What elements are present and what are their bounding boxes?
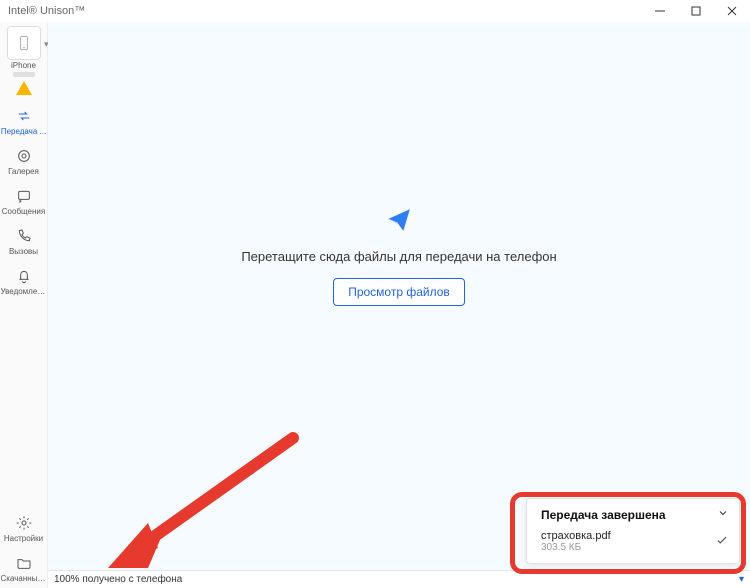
phone-call-icon bbox=[15, 227, 33, 245]
titlebar: Intel® Unison™ bbox=[0, 0, 750, 22]
toast-header: Передача завершена bbox=[541, 507, 729, 522]
messages-icon bbox=[15, 187, 33, 205]
close-button[interactable] bbox=[714, 0, 750, 22]
status-bar: 100% получено с телефона ▾ bbox=[48, 570, 750, 588]
battery-indicator bbox=[13, 72, 35, 77]
gear-icon bbox=[15, 514, 33, 532]
file-name: страховка.pdf bbox=[541, 530, 611, 542]
maximize-button[interactable] bbox=[678, 0, 714, 22]
bell-icon bbox=[15, 267, 33, 285]
browse-files-button[interactable]: Просмотр файлов bbox=[333, 278, 465, 306]
sidebar: ▾ iPhone Передача ... Галерея Сообщения … bbox=[0, 22, 48, 588]
window-controls bbox=[642, 0, 750, 22]
sidebar-item-messages[interactable]: Сообщения bbox=[0, 181, 47, 221]
sidebar-item-transfer[interactable]: Передача ... bbox=[0, 101, 47, 141]
folder-icon bbox=[15, 554, 33, 572]
sidebar-item-notifications[interactable]: Уведомлен... bbox=[0, 261, 47, 301]
app-body: ▾ iPhone Передача ... Галерея Сообщения … bbox=[0, 22, 750, 588]
minimize-button[interactable] bbox=[642, 0, 678, 22]
file-size: 303.5 КБ bbox=[541, 542, 611, 553]
device-name: iPhone bbox=[11, 62, 36, 70]
toast-file-row: страховка.pdf 303.5 КБ bbox=[541, 530, 729, 553]
sidebar-item-label: Уведомлен... bbox=[1, 287, 47, 296]
sidebar-item-label: Вызовы bbox=[1, 247, 47, 256]
warning-icon[interactable] bbox=[16, 81, 32, 95]
drop-zone[interactable]: Перетащите сюда файлы для передачи на те… bbox=[48, 22, 750, 570]
transfer-toast[interactable]: Передача завершена страховка.pdf 303.5 К… bbox=[526, 498, 740, 564]
sidebar-item-gallery[interactable]: Галерея bbox=[0, 141, 47, 181]
status-collapse-icon[interactable]: ▾ bbox=[739, 574, 744, 585]
app-title: Intel® Unison™ bbox=[8, 5, 85, 17]
phone-icon bbox=[16, 31, 32, 55]
chevron-down-icon[interactable] bbox=[717, 507, 729, 522]
transfer-icon bbox=[15, 107, 33, 125]
sidebar-item-calls[interactable]: Вызовы bbox=[0, 221, 47, 261]
sidebar-item-label: Передача ... bbox=[1, 127, 47, 136]
main-content: Перетащите сюда файлы для передачи на те… bbox=[48, 22, 750, 588]
sidebar-item-settings[interactable]: Настройки bbox=[0, 508, 47, 548]
sidebar-item-downloads[interactable]: Скачанные... bbox=[0, 548, 47, 588]
toast-title: Передача завершена bbox=[541, 508, 666, 522]
gallery-icon bbox=[15, 147, 33, 165]
sidebar-item-label: Настройки bbox=[1, 534, 47, 543]
paper-plane-icon bbox=[386, 206, 412, 235]
status-text: 100% получено с телефона bbox=[54, 574, 182, 585]
check-icon bbox=[715, 533, 729, 550]
sidebar-item-label: Скачанные... bbox=[1, 574, 47, 583]
device-selector[interactable]: ▾ bbox=[7, 26, 41, 60]
sidebar-item-label: Галерея bbox=[1, 167, 47, 176]
sidebar-item-label: Сообщения bbox=[1, 207, 47, 216]
drop-text: Перетащите сюда файлы для передачи на те… bbox=[241, 249, 556, 264]
